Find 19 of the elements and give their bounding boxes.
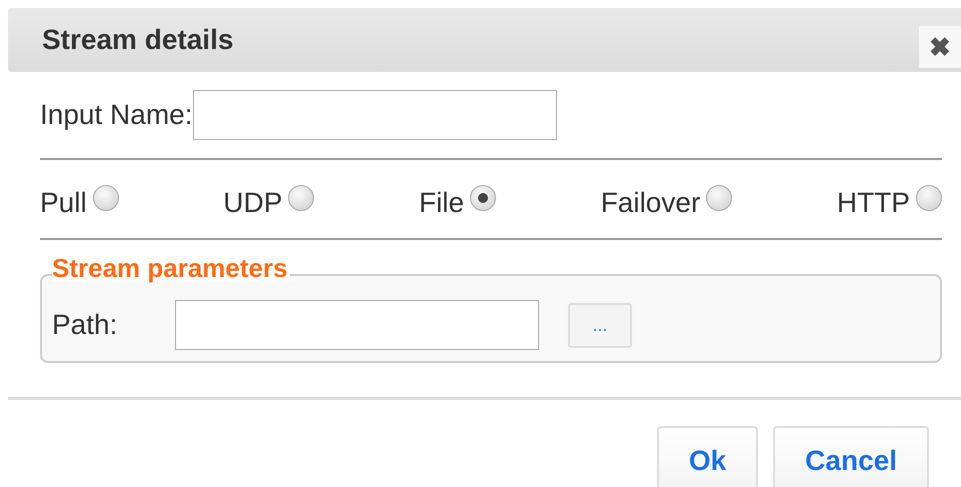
radio-button[interactable] [92,185,119,211]
radio-button[interactable] [288,185,314,211]
dialog-title: Stream details [42,23,234,57]
close-button[interactable]: ✖ [919,26,961,68]
input-name-field[interactable] [192,90,557,140]
browse-button[interactable]: ... [568,302,632,348]
radio-label: UDP [223,186,282,220]
ok-button[interactable]: Ok [656,426,758,487]
radio-button[interactable] [916,185,942,211]
input-name-label: Input Name: [40,98,193,132]
radio-button[interactable] [706,185,732,211]
radio-label: HTTP [836,186,910,220]
radio-label: File [418,186,464,220]
path-field[interactable] [175,300,539,350]
cancel-button[interactable]: Cancel [773,426,929,487]
path-label: Path: [52,308,118,342]
radio-label: Pull [40,186,87,220]
radio-label: Failover [600,186,700,220]
radio-button[interactable] [470,185,496,211]
